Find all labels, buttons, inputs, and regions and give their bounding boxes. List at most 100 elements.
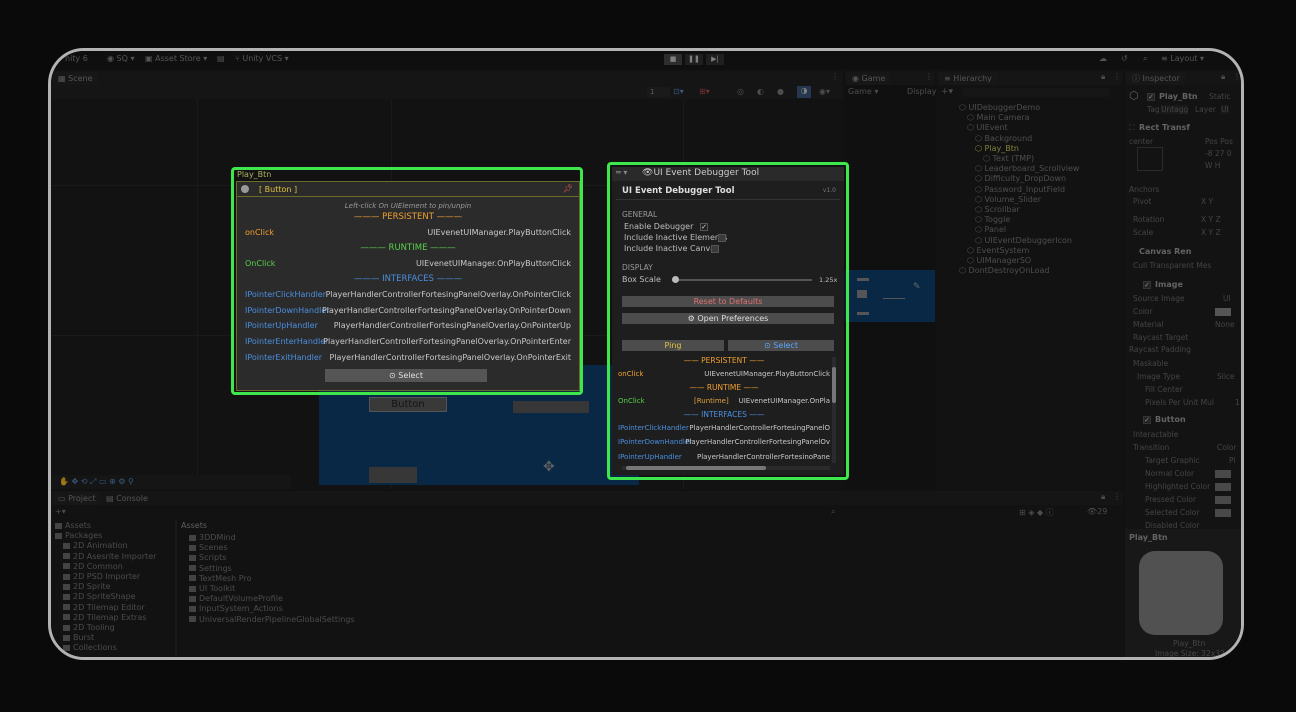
- raycast-padding-foldout[interactable]: Raycast Padding: [1129, 345, 1191, 354]
- image-type-dropdown[interactable]: Slice: [1217, 372, 1235, 381]
- hierarchy-item[interactable]: ⬡ UIEventDebuggerIcon: [975, 236, 1072, 245]
- asset-item[interactable]: 3DDMind: [189, 533, 236, 542]
- anchors-foldout[interactable]: Anchors: [1129, 185, 1159, 194]
- hierarchy-item[interactable]: ⬡ Scrollbar: [975, 205, 1020, 214]
- hierarchy-item[interactable]: ⬡ UIManagerSO: [967, 256, 1031, 265]
- button-component-header[interactable]: Button: [1155, 415, 1186, 424]
- user-dropdown[interactable]: ◉ SQ ▾: [107, 54, 134, 63]
- asset-item[interactable]: UI Toolkit: [189, 584, 235, 593]
- project-tree-item[interactable]: 2D PSD Importer: [63, 572, 140, 581]
- hierarchy-search-input[interactable]: [961, 88, 1111, 97]
- horizontal-scrollbar[interactable]: [622, 466, 830, 470]
- drag-handle-icon[interactable]: ═ ▾: [616, 168, 627, 177]
- open-preferences-button[interactable]: ⚙ Open Preferences: [622, 313, 834, 324]
- layer-dropdown[interactable]: UI: [1221, 105, 1229, 114]
- box-scale-slider-track[interactable]: [672, 276, 812, 283]
- scene-menu-icon[interactable]: ⋮: [831, 72, 839, 81]
- hierarchy-item[interactable]: ⬡ Main Camera: [967, 113, 1030, 122]
- lighting-icon[interactable]: ◎: [737, 87, 744, 96]
- hierarchy-item[interactable]: ⬡ Leaderboard_Scrollview: [975, 164, 1079, 173]
- hierarchy-item[interactable]: ⬡ Toggle: [975, 215, 1010, 224]
- shading-mode-icon[interactable]: ◑: [797, 86, 811, 98]
- layout-dropdown[interactable]: ≡ Layout ▾: [1161, 54, 1204, 63]
- ping-button[interactable]: Ping: [622, 340, 724, 351]
- project-tree-item[interactable]: 2D Tilemap Editor: [63, 603, 145, 612]
- hierarchy-item[interactable]: ⬡ DontDestroyOnLoad: [959, 266, 1049, 275]
- box-scale-slider-handle[interactable]: [672, 276, 679, 283]
- tab-hierarchy[interactable]: ≡ Hierarchy: [939, 72, 997, 85]
- object-name-field[interactable]: Play_Btn: [1159, 92, 1198, 101]
- project-tree-item[interactable]: 2D Sprite: [63, 582, 111, 591]
- step-button[interactable]: ▶|: [706, 54, 724, 65]
- shading-shaded-icon[interactable]: ●: [777, 87, 784, 96]
- project-tree-item[interactable]: Packages: [55, 531, 102, 540]
- asset-store-button[interactable]: ▣ Asset Store ▾: [145, 54, 207, 63]
- game-menu-icon[interactable]: ⋮: [925, 72, 933, 81]
- asset-item[interactable]: InputSystem_Actions: [189, 604, 283, 613]
- hierarchy-item[interactable]: ⬡ UIEvent: [967, 123, 1008, 132]
- highlighted-color-swatch[interactable]: [1215, 483, 1231, 491]
- asset-item[interactable]: Scripts: [189, 553, 226, 562]
- vertical-scroll-thumb[interactable]: [832, 367, 836, 403]
- pressed-color-swatch[interactable]: [1215, 496, 1231, 504]
- asset-item[interactable]: UniversalRenderPipelineGlobalSettings: [189, 615, 355, 624]
- asset-item[interactable]: DefaultVolumeProfile: [189, 594, 283, 603]
- enable-debugger-checkbox[interactable]: ✓: [700, 223, 708, 231]
- button-enabled-checkbox[interactable]: ✓: [1143, 416, 1151, 424]
- filter-type-icon[interactable]: ⊞ ◈ ◆ ⓘ: [1019, 507, 1054, 518]
- transition-dropdown[interactable]: Color: [1217, 443, 1237, 452]
- project-search-icon[interactable]: ⌕: [831, 507, 835, 517]
- include-inactive-elements-checkbox[interactable]: [718, 234, 726, 242]
- normal-color-swatch[interactable]: [1215, 470, 1231, 478]
- material-field[interactable]: None: [1215, 320, 1235, 329]
- hand-tool-icon[interactable]: ✋ ✥ ⟲ ⤢ ▭ ⊕ ⚙ ⚲: [59, 477, 134, 487]
- include-inactive-canvas-checkbox[interactable]: [711, 245, 719, 253]
- hierarchy-item[interactable]: ⬡ EventSystem: [967, 246, 1029, 255]
- hierarchy-item[interactable]: ⬡ Difficulty_DropDown: [975, 174, 1066, 183]
- scale-xyz[interactable]: X Y Z: [1201, 228, 1221, 237]
- pos-values[interactable]: -8 27 0: [1205, 149, 1232, 158]
- project-tree-item[interactable]: Collections: [63, 643, 117, 652]
- anchor-preset-button[interactable]: [1137, 147, 1163, 171]
- color-swatch[interactable]: [1215, 308, 1231, 316]
- hierarchy-item[interactable]: ⬡ Volume_Slider: [975, 195, 1041, 204]
- source-image-field[interactable]: UI: [1223, 294, 1231, 303]
- rect-transform-header[interactable]: Rect Transf: [1139, 123, 1190, 132]
- pivot-xy[interactable]: X Y: [1201, 197, 1213, 206]
- project-menu-icon[interactable]: ⋮: [1113, 492, 1121, 501]
- create-asset-button[interactable]: +▾: [55, 507, 66, 516]
- pixels-per-unit-field[interactable]: 1: [1235, 398, 1240, 407]
- target-graphic-field[interactable]: Pl: [1229, 456, 1236, 465]
- tag-dropdown[interactable]: Untagg: [1161, 105, 1189, 114]
- pause-button[interactable]: ❚❚: [685, 54, 703, 65]
- search-icon[interactable]: ⌕: [1143, 54, 1147, 64]
- hierarchy-item[interactable]: ⬡ Password_InputField: [975, 185, 1065, 194]
- hierarchy-item[interactable]: ⬡ Background: [975, 134, 1032, 143]
- move-gizmo-icon[interactable]: ✥: [543, 459, 555, 475]
- game-display-dropdown[interactable]: Game ▾: [848, 87, 878, 96]
- preview-title[interactable]: Play_Btn: [1129, 533, 1168, 542]
- tab-console[interactable]: ▤ Console: [101, 492, 153, 505]
- asset-item[interactable]: Scenes: [189, 543, 228, 552]
- shading-wire-icon[interactable]: ◐: [757, 87, 764, 96]
- play-button[interactable]: ■: [664, 54, 682, 65]
- tab-project[interactable]: ▭ Project: [53, 492, 101, 505]
- asset-item[interactable]: TextMesh Pro: [189, 574, 251, 583]
- image-enabled-checkbox[interactable]: ✓: [1143, 281, 1151, 289]
- overlay-select-button[interactable]: ⊙ Select: [325, 369, 487, 382]
- tab-scene[interactable]: ▦ Scene: [53, 72, 98, 85]
- pin-icon[interactable]: 📌︎: [563, 184, 573, 193]
- canvas-renderer-header[interactable]: Canvas Ren: [1139, 247, 1191, 256]
- cloud-icon[interactable]: ▤: [217, 54, 225, 63]
- select-button[interactable]: ⊙ Select: [728, 340, 834, 351]
- static-toggle[interactable]: Static: [1209, 92, 1230, 101]
- history-icon[interactable]: ↺: [1121, 54, 1128, 63]
- scene-button-preview[interactable]: Button: [369, 397, 447, 412]
- inspector-lock-icon[interactable]: 🔒︎: [1221, 72, 1225, 82]
- overlay-pin-dot-icon[interactable]: [241, 185, 249, 193]
- project-tree-item[interactable]: 2D SpriteShape: [63, 592, 136, 601]
- hierarchy-item[interactable]: ⬡ Panel: [975, 225, 1006, 234]
- reset-defaults-button[interactable]: Reset to Defaults: [622, 296, 834, 307]
- debugger-tab[interactable]: 👁︎UI Event Debugger Tool: [642, 168, 759, 178]
- project-tree-item[interactable]: Burst: [63, 633, 94, 642]
